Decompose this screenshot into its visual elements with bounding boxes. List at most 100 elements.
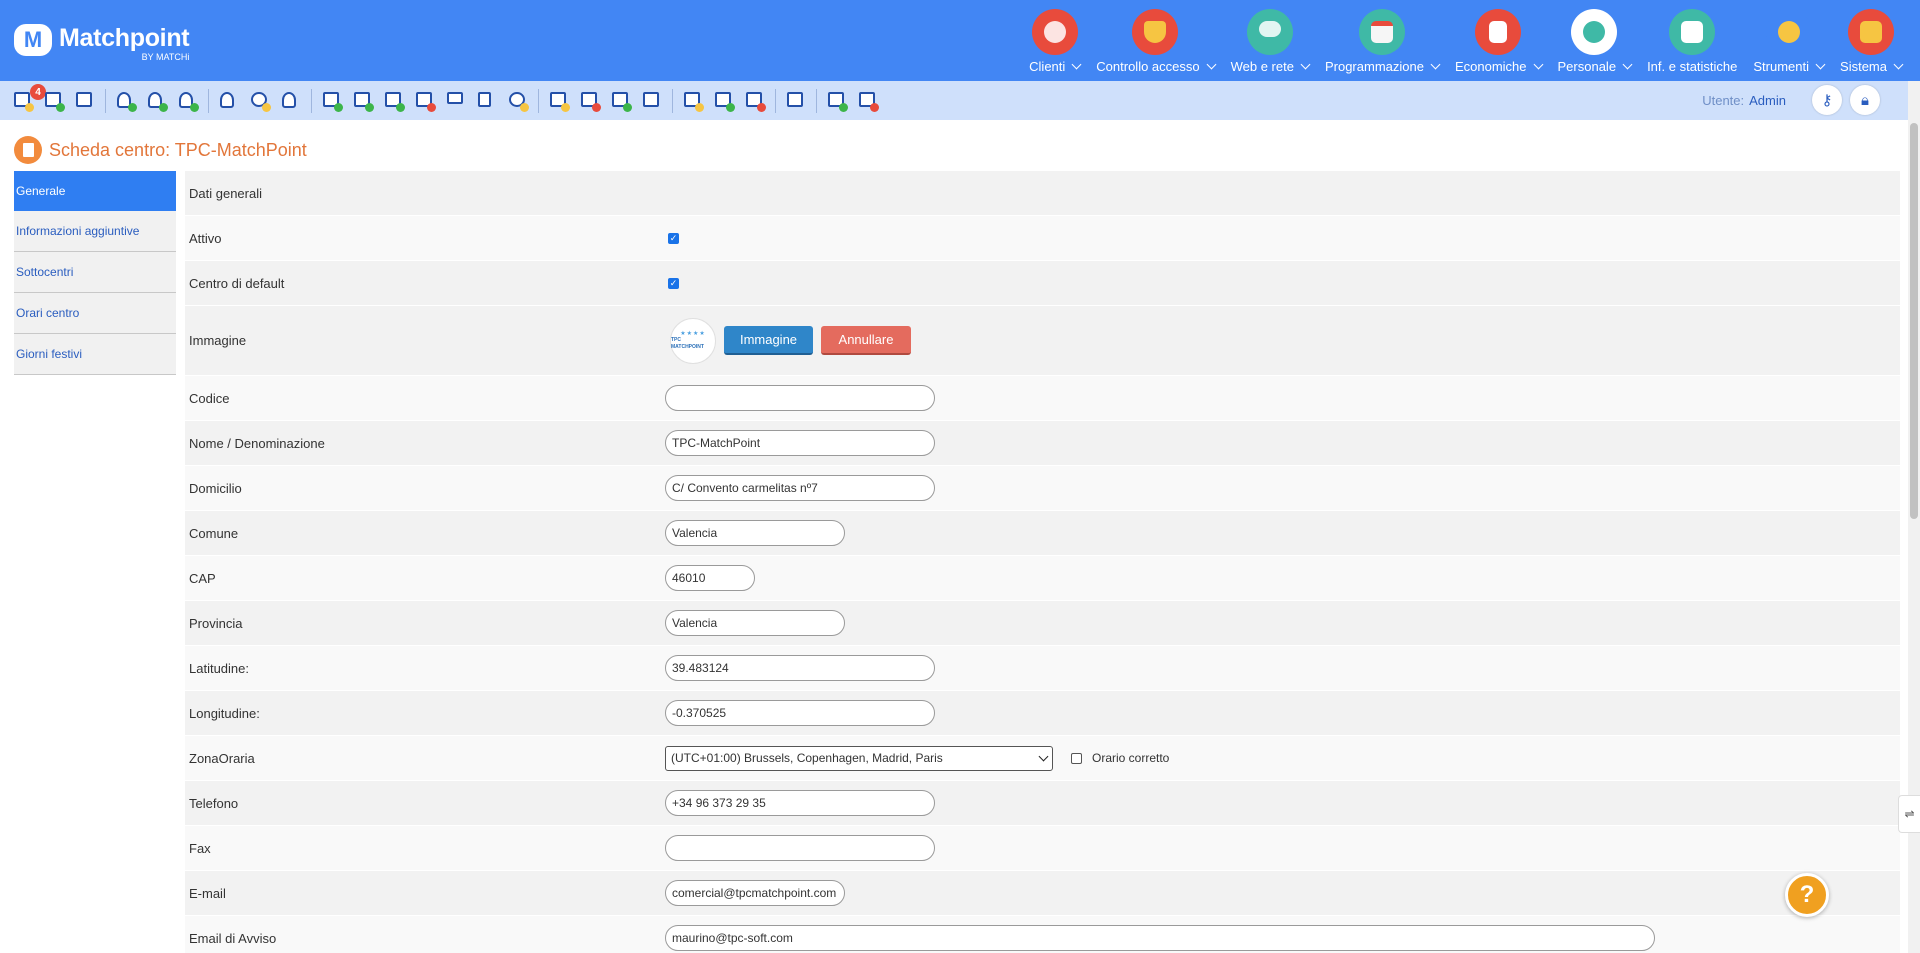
chevron-down-icon: [1206, 59, 1217, 70]
scrollbar-thumb[interactable]: [1910, 123, 1918, 519]
document-icon[interactable]: [476, 90, 498, 112]
calendar-icon: [1358, 9, 1405, 55]
nav-programmazione[interactable]: Programmazione: [1324, 0, 1441, 81]
section-title: Dati generali: [189, 185, 262, 201]
nav-web-e-rete[interactable]: Web e rete: [1231, 0, 1311, 81]
clients-icon: [1031, 9, 1078, 55]
app-by: BY MATCHi: [141, 52, 190, 62]
chevron-down-icon: [1038, 751, 1049, 761]
chevron-down-icon: [1300, 59, 1311, 70]
change-password-button[interactable]: ⚷: [1812, 85, 1842, 115]
calculator-icon: [1475, 9, 1522, 55]
nav-personale[interactable]: Personale: [1557, 0, 1633, 81]
report-check-icon[interactable]: [610, 90, 632, 112]
ticket-list-icon[interactable]: [352, 90, 374, 112]
toolbar-separator: [672, 89, 673, 113]
zona-oraria-label: ZonaOraria: [189, 750, 255, 766]
staff-icon[interactable]: [280, 90, 302, 112]
longitudine-input[interactable]: [665, 700, 935, 726]
menu-item-informazioni-aggiuntive[interactable]: Informazioni aggiuntive: [14, 211, 176, 252]
monitor-icon[interactable]: [445, 90, 467, 112]
upload-image-button[interactable]: Immagine: [724, 326, 813, 355]
toolbar-separator: [538, 89, 539, 113]
codice-row: Codice: [185, 376, 1900, 421]
nav-label: Personale: [1557, 59, 1617, 74]
attivo-checkbox[interactable]: ✓: [668, 232, 679, 244]
report-clock-icon[interactable]: [548, 90, 570, 112]
provincia-row: Provincia: [185, 601, 1900, 646]
main-nav: Clienti Controllo accesso Web e rete Pro…: [1013, 0, 1904, 81]
lock-icon: 🔒︎: [1861, 91, 1869, 109]
nav-label: Inf. e statistiche: [1647, 59, 1738, 74]
codice-input[interactable]: [665, 385, 935, 411]
toolbar-icons: 4: [12, 84, 888, 113]
nome-input[interactable]: [665, 430, 935, 456]
latitudine-input[interactable]: [665, 655, 935, 681]
orario-corretto-checkbox[interactable]: [1071, 752, 1082, 764]
comune-input[interactable]: [665, 520, 845, 546]
cap-input[interactable]: [665, 565, 755, 591]
help-icon: ?: [1799, 881, 1815, 908]
star-user-icon[interactable]: [249, 90, 271, 112]
nav-economiche[interactable]: Economiche: [1455, 0, 1543, 81]
app-logo[interactable]: M Matchpoint BY MATCHi: [14, 24, 190, 62]
menu-item-generale[interactable]: Generale: [14, 171, 176, 211]
nav-label: Programmazione: [1324, 59, 1424, 74]
domicilio-input[interactable]: [665, 475, 935, 501]
orario-corretto-option[interactable]: Orario corretto: [1071, 751, 1169, 765]
screen-add-icon[interactable]: [826, 90, 848, 112]
decline-chart-icon[interactable]: [744, 90, 766, 112]
cancel-image-button[interactable]: Annullare: [821, 326, 911, 355]
bar-chart-icon[interactable]: [682, 90, 704, 112]
add-reservation-icon[interactable]: [43, 90, 65, 112]
menu-item-giorni-festivi[interactable]: Giorni festivi: [14, 334, 176, 375]
email-avviso-label: Email di Avviso: [189, 930, 277, 946]
user-box: Utente: Admin ⚷ 🔒︎: [1702, 85, 1880, 115]
report-alert-icon[interactable]: [579, 90, 601, 112]
toolbar-separator: [775, 89, 776, 113]
toolbar: 4: [0, 81, 1920, 120]
comune-row: Comune: [185, 511, 1900, 556]
telefono-input[interactable]: [665, 790, 935, 816]
section-header-row: Dati generali: [185, 171, 1900, 216]
podium-icon[interactable]: [785, 90, 807, 112]
report-search-icon[interactable]: [641, 90, 663, 112]
nav-controllo-accesso[interactable]: Controllo accesso: [1096, 0, 1217, 81]
gears-icon: [1765, 9, 1812, 55]
email-input[interactable]: [665, 880, 845, 906]
access-shield-icon: [1132, 9, 1179, 55]
nav-sistema[interactable]: Sistema: [1840, 0, 1904, 81]
user-icon[interactable]: [218, 90, 240, 112]
collapse-panel-icon[interactable]: ⇌: [1898, 795, 1920, 833]
chevron-down-icon: [1893, 59, 1904, 70]
client-search-icon[interactable]: [146, 90, 168, 112]
nav-label: Controllo accesso: [1096, 59, 1200, 74]
ticket-remove-icon[interactable]: [414, 90, 436, 112]
menu-item-sottocentri[interactable]: Sottocentri: [14, 252, 176, 293]
ticket-money-icon[interactable]: [383, 90, 405, 112]
nav-strumenti[interactable]: Strumenti: [1753, 0, 1826, 81]
provincia-input[interactable]: [665, 610, 845, 636]
timezone-select[interactable]: (UTC+01:00) Brussels, Copenhagen, Madrid…: [665, 745, 1053, 771]
page-header: Scheda centro: TPC-MatchPoint: [14, 136, 307, 164]
nav-statistiche[interactable]: Inf. e statistiche: [1647, 0, 1737, 81]
add-client-icon[interactable]: [115, 90, 137, 112]
user-name[interactable]: Admin: [1749, 93, 1786, 108]
attivo-label: Attivo: [189, 230, 222, 246]
menu-item-orari-centro[interactable]: Orari centro: [14, 293, 176, 334]
fax-input[interactable]: [665, 835, 935, 861]
client-check-icon[interactable]: [177, 90, 199, 112]
provincia-label: Provincia: [189, 615, 243, 631]
email-avviso-input[interactable]: [665, 925, 1655, 951]
add-ticket-icon[interactable]: [321, 90, 343, 112]
logout-button[interactable]: 🔒︎: [1850, 85, 1880, 115]
cloud-network-icon: [1246, 9, 1293, 55]
default-checkbox[interactable]: ✓: [668, 277, 679, 289]
coins-icon[interactable]: [507, 90, 529, 112]
help-button[interactable]: ?: [1785, 873, 1829, 917]
reservations-clock-icon[interactable]: 4: [12, 84, 46, 112]
growth-chart-icon[interactable]: [713, 90, 735, 112]
nav-clienti[interactable]: Clienti: [1029, 0, 1082, 81]
screen-remove-icon[interactable]: [857, 90, 879, 112]
calendar-grid-icon[interactable]: [74, 90, 96, 112]
